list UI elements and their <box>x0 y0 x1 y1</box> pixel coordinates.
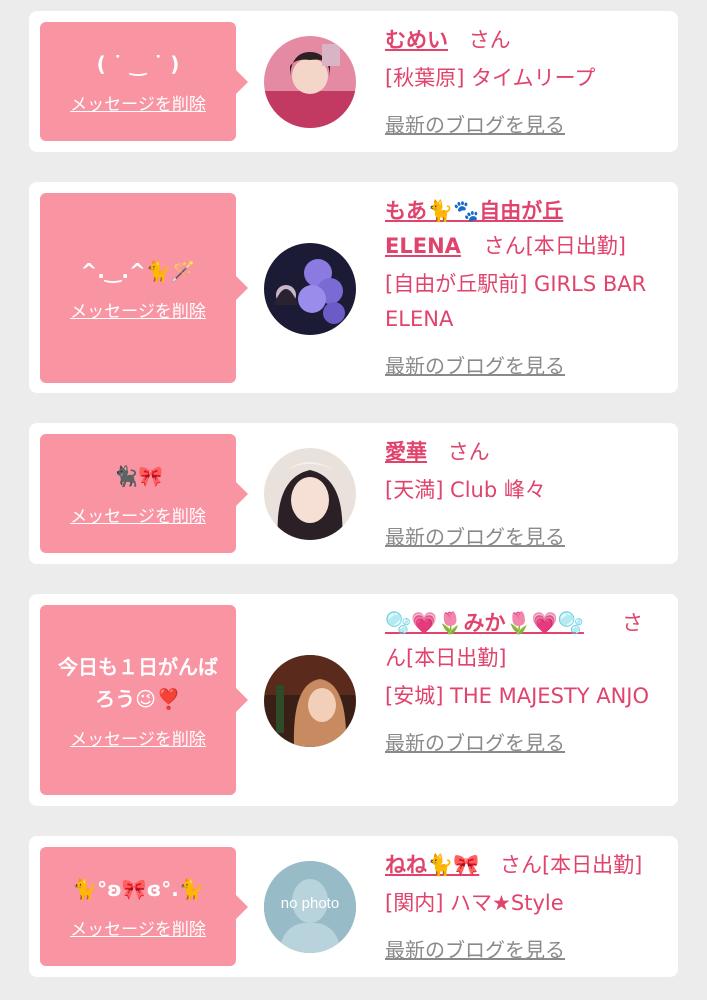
message-bubble: ( ˙ ‿ ˙ ) メッセージを削除 <box>40 22 248 141</box>
delete-message-link[interactable]: メッセージを削除 <box>70 90 206 115</box>
avatar[interactable] <box>264 448 356 540</box>
avatar[interactable] <box>264 36 356 128</box>
honorific: さん <box>447 440 490 464</box>
cast-info: 愛華 さん [天満] Club 峰々 最新のブログを見る <box>385 435 673 555</box>
message-bubble: ^.‿.^🐈🪄 メッセージを削除 <box>40 193 248 383</box>
honorific: さ <box>622 611 643 635</box>
avatar-photo <box>264 36 356 128</box>
cast-name-link[interactable]: 🫧💗🌷みか🌷💗🫧 <box>385 611 584 635</box>
honorific: さん <box>499 853 542 877</box>
cast-name-link[interactable]: 愛華 <box>385 440 427 464</box>
message-bubble: 🐈°ʚ🎀ɞ°.🐈 メッセージを削除 <box>40 847 248 966</box>
message-bubble: 🐈‍⬛🎀 メッセージを削除 <box>40 434 248 553</box>
favorite-card: 🐈‍⬛🎀 メッセージを削除 愛華 さん [天満] Club 峰々 最新のブログを… <box>29 423 678 564</box>
latest-blog-link[interactable]: 最新のブログを見る <box>385 113 565 137</box>
honorific: さん <box>483 234 526 258</box>
avatar[interactable] <box>264 243 356 335</box>
cast-name-link[interactable]: もあ🐈🐾自由が丘 <box>385 194 563 229</box>
message-text: 🐈°ʚ🎀ɞ°.🐈 <box>72 877 204 901</box>
message-text: ( ˙ ‿ ˙ ) <box>96 52 180 76</box>
delete-message-link[interactable]: メッセージを削除 <box>70 502 206 527</box>
favorite-card: ( ˙ ‿ ˙ ) メッセージを削除 むめい さん [秋葉原] タイムリープ 最… <box>29 11 678 152</box>
avatar-photo <box>264 655 356 747</box>
attendance-status: [本日出勤] <box>406 646 507 670</box>
cast-info: ねね🐈🎀 さん[本日出勤] [関内] ハマ★Style 最新のブログを見る <box>385 848 673 968</box>
honorific: さん <box>468 28 511 52</box>
favorite-card: 今日も１日がんばろう😉❣️ メッセージを削除 🫧💗🌷みか🌷💗🫧 さ ん[本日出勤… <box>29 594 678 806</box>
cast-name-link[interactable]: ねね🐈🎀 <box>385 853 479 877</box>
no-photo-label: no photo <box>280 895 340 912</box>
shop-name: [自由が丘駅前] GIRLS BAR ELENA <box>385 272 647 331</box>
message-text: 🐈‍⬛🎀 <box>113 464 163 488</box>
cast-name-link-cont[interactable]: ELENA <box>385 234 461 258</box>
shop-name: [関内] ハマ★Style <box>385 891 564 915</box>
delete-message-link[interactable]: メッセージを削除 <box>70 915 206 940</box>
message-text: 今日も１日がんばろう😉❣️ <box>58 654 218 711</box>
latest-blog-link[interactable]: 最新のブログを見る <box>385 938 565 962</box>
honorific-cont: ん <box>385 646 406 670</box>
message-text: ^.‿.^🐈🪄 <box>80 258 196 283</box>
shop-name: [天満] Club 峰々 <box>385 478 546 502</box>
cast-info: 🫧💗🌷みか🌷💗🫧 さ ん[本日出勤] [安城] THE MAJESTY ANJO… <box>385 606 673 761</box>
cast-info: むめい さん [秋葉原] タイムリープ 最新のブログを見る <box>385 23 673 143</box>
shop-name: [秋葉原] タイムリープ <box>385 66 596 90</box>
avatar[interactable]: no photo <box>264 861 356 953</box>
cast-info: もあ🐈🐾自由が丘 ELENA さん[本日出勤] [自由が丘駅前] GIRLS B… <box>385 194 673 384</box>
cast-name-link[interactable]: むめい <box>385 28 448 52</box>
delete-message-link[interactable]: メッセージを削除 <box>70 725 206 750</box>
favorite-card: ^.‿.^🐈🪄 メッセージを削除 もあ🐈🐾自由が丘 ELENA さん[本日出勤]… <box>29 182 678 393</box>
avatar[interactable] <box>264 655 356 747</box>
attendance-status: [本日出勤] <box>541 853 643 877</box>
attendance-status: [本日出勤] <box>525 234 626 258</box>
message-bubble: 今日も１日がんばろう😉❣️ メッセージを削除 <box>40 605 248 795</box>
latest-blog-link[interactable]: 最新のブログを見る <box>385 525 565 549</box>
delete-message-link[interactable]: メッセージを削除 <box>70 297 206 322</box>
shop-name: [安城] THE MAJESTY ANJO <box>385 684 650 708</box>
latest-blog-link[interactable]: 最新のブログを見る <box>385 354 565 378</box>
latest-blog-link[interactable]: 最新のブログを見る <box>385 731 565 755</box>
avatar-photo <box>264 243 356 335</box>
favorite-list: ( ˙ ‿ ˙ ) メッセージを削除 むめい さん [秋葉原] タイムリープ 最… <box>0 0 707 1000</box>
favorite-card: 🐈°ʚ🎀ɞ°.🐈 メッセージを削除 no photo ねね🐈🎀 さん[本日出勤]… <box>29 836 678 977</box>
avatar-photo <box>264 448 356 540</box>
